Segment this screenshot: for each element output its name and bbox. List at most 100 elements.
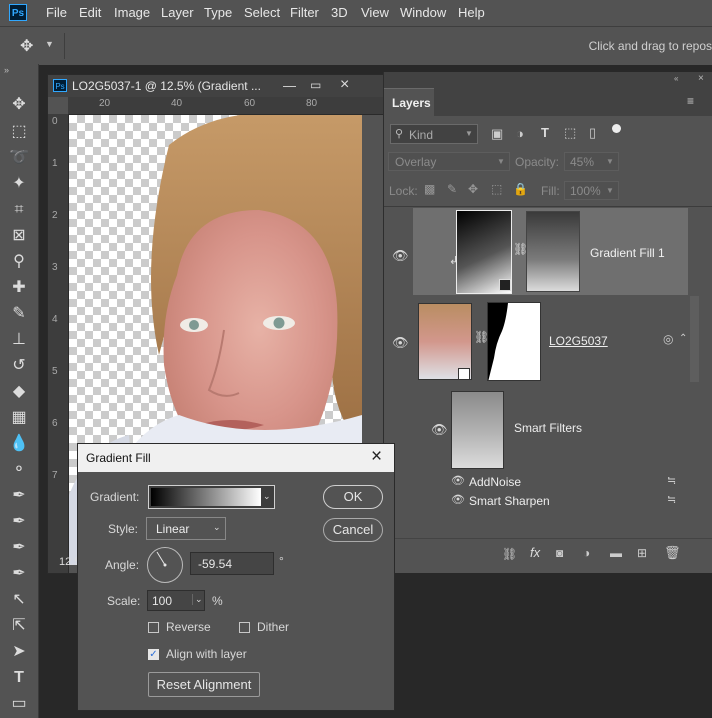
crop-tool-icon[interactable]: ⌗ <box>8 199 30 221</box>
gradient-picker[interactable]: ⌄ <box>148 485 275 509</box>
ok-button[interactable]: OK <box>323 485 383 509</box>
close-icon[interactable]: × <box>340 76 349 94</box>
lock-image-icon[interactable]: ✎ <box>447 182 457 196</box>
filter-options-icon[interactable]: ≒ <box>667 474 676 487</box>
menu-3d[interactable]: 3D <box>331 5 348 20</box>
shape-filter-icon[interactable]: ⬚ <box>564 125 576 141</box>
visibility-eye-icon[interactable]: 👁 <box>451 474 465 487</box>
dither-checkbox[interactable] <box>239 622 250 633</box>
visibility-eye-icon[interactable]: 👁 <box>392 335 409 351</box>
type-filter-icon[interactable]: T <box>541 125 549 140</box>
align-with-layer-label[interactable]: Align with layer <box>166 647 247 661</box>
visibility-eye-icon[interactable]: 👁 <box>431 422 448 438</box>
kind-filter-select[interactable]: ⚲ Kind ▼ <box>390 124 478 144</box>
blend-mode-select[interactable]: Overlay ▼ <box>388 152 510 171</box>
chevron-up-icon[interactable]: ⌃ <box>679 333 687 344</box>
history-brush-tool-icon[interactable]: ↺ <box>8 355 30 377</box>
menu-image[interactable]: Image <box>114 5 150 20</box>
style-select[interactable]: Linear ⌄ <box>146 517 226 540</box>
reset-alignment-button[interactable]: Reset Alignment <box>148 672 260 697</box>
tab-layers[interactable]: Layers <box>384 88 434 117</box>
path-selection-tool-icon[interactable]: ↖ <box>8 589 30 611</box>
collapse-panel-icon[interactable]: « <box>674 74 678 83</box>
lasso-tool-icon[interactable]: ➰ <box>8 147 30 169</box>
trash-icon[interactable]: 🗑 <box>664 545 681 561</box>
layer-name[interactable]: LO2G5037 <box>549 334 608 348</box>
reverse-label[interactable]: Reverse <box>166 620 211 634</box>
menu-select[interactable]: Select <box>244 5 280 20</box>
cancel-button[interactable]: Cancel <box>323 518 383 542</box>
layer-row-gradient-fill[interactable]: ↲ ⛓ Gradient Fill 1 <box>413 208 688 295</box>
visibility-eye-icon[interactable]: 👁 <box>451 493 465 506</box>
folder-icon[interactable]: ▬ <box>610 546 622 560</box>
minimize-icon[interactable]: — <box>283 78 296 93</box>
menu-view[interactable]: View <box>361 5 389 20</box>
smart-object-filter-icon[interactable]: ▯ <box>589 125 596 141</box>
menu-filter[interactable]: Filter <box>290 5 319 20</box>
align-with-layer-checkbox[interactable]: ✓ <box>148 649 159 660</box>
smart-filters-thumbnail[interactable] <box>451 391 504 469</box>
chevron-down-icon[interactable]: ⌄ <box>263 491 271 502</box>
adjustment-filter-icon[interactable]: ◑ <box>516 126 524 141</box>
panel-menu-icon[interactable]: ≡ <box>687 94 694 108</box>
pixel-filter-icon[interactable]: ▣ <box>491 126 503 142</box>
angle-dial[interactable] <box>147 547 183 583</box>
gradient-preview[interactable] <box>151 488 261 506</box>
move-tool-preset-icon[interactable]: ✥ <box>20 36 33 56</box>
dither-label[interactable]: Dither <box>257 620 289 634</box>
scale-input[interactable]: 100 ⌄ <box>147 590 205 611</box>
filter-toggle-icon[interactable] <box>612 124 621 133</box>
chevron-down-icon[interactable]: ⌄ <box>192 594 203 605</box>
menu-type[interactable]: Type <box>204 5 232 20</box>
layer-mask-thumbnail[interactable] <box>487 302 541 381</box>
menu-layer[interactable]: Layer <box>161 5 194 20</box>
filter-name[interactable]: AddNoise <box>469 475 521 489</box>
lock-position-icon[interactable]: ✥ <box>468 182 478 196</box>
frame-tool-icon[interactable]: ⊠ <box>8 225 30 247</box>
layer-mask-thumbnail[interactable] <box>526 211 580 292</box>
reverse-checkbox[interactable] <box>148 622 159 633</box>
move-tool-icon[interactable]: ✥ <box>8 94 30 116</box>
layer-name[interactable]: Gradient Fill 1 <box>590 246 665 260</box>
eraser-tool-icon[interactable]: ◆ <box>8 381 30 403</box>
pen-tool-icon[interactable]: ✒ <box>8 485 30 507</box>
filter-options-icon[interactable]: ≒ <box>667 493 676 506</box>
type-tool-icon[interactable]: T <box>8 667 30 689</box>
chevron-down-icon[interactable]: ▼ <box>45 39 54 49</box>
new-layer-icon[interactable]: ⊞ <box>637 546 647 560</box>
menu-edit[interactable]: Edit <box>79 5 101 20</box>
adjustment-layer-icon[interactable]: ◑ <box>583 546 590 560</box>
opacity-field[interactable]: 45% ▼ <box>564 152 619 171</box>
direct-selection-tool-icon[interactable]: ⇱ <box>8 615 30 637</box>
menu-help[interactable]: Help <box>458 5 485 20</box>
menu-file[interactable]: File <box>46 5 67 20</box>
visibility-eye-icon[interactable]: 👁 <box>392 248 409 264</box>
curvature-pen-tool-icon[interactable]: ✒ <box>8 563 30 585</box>
fx-icon[interactable]: fx <box>530 545 540 560</box>
eyedropper-tool-icon[interactable]: ⚲ <box>8 251 30 273</box>
lock-all-icon[interactable]: 🔒 <box>513 182 528 196</box>
collapse-arrows-icon[interactable]: » <box>4 65 9 75</box>
magic-wand-tool-icon[interactable]: ✦ <box>8 173 30 195</box>
menu-window[interactable]: Window <box>400 5 446 20</box>
rectangle-tool-icon[interactable]: ▭ <box>8 693 30 715</box>
close-panel-icon[interactable]: × <box>698 73 704 84</box>
maximize-icon[interactable]: ▭ <box>310 78 321 92</box>
layer-row-photo[interactable]: ⛓ LO2G5037 ◎ ⌃ <box>413 296 688 386</box>
close-icon[interactable]: × <box>371 446 382 468</box>
fill-field[interactable]: 100% ▼ <box>564 181 619 200</box>
document-title-bar[interactable]: Ps LO2G5037-1 @ 12.5% (Gradient ... — ▭ … <box>48 75 383 97</box>
healing-brush-tool-icon[interactable]: ✚ <box>8 277 30 299</box>
scrollbar-thumb[interactable] <box>690 296 699 382</box>
gradient-tool-icon[interactable]: ▦ <box>8 407 30 429</box>
filter-name[interactable]: Smart Sharpen <box>469 494 550 508</box>
dialog-title-bar[interactable]: Gradient Fill × <box>78 444 394 472</box>
add-anchor-tool-icon[interactable]: ✒ <box>8 537 30 559</box>
angle-input[interactable]: -59.54 <box>190 552 274 575</box>
freeform-pen-tool-icon[interactable]: ✒ <box>8 511 30 533</box>
smart-filters-label[interactable]: Smart Filters <box>514 421 582 435</box>
dodge-tool-icon[interactable]: ⚬ <box>8 459 30 481</box>
link-layers-icon[interactable]: ⛓ <box>502 547 517 561</box>
brush-tool-icon[interactable]: ✎ <box>8 303 30 325</box>
clone-stamp-tool-icon[interactable]: ⊥ <box>8 329 30 351</box>
